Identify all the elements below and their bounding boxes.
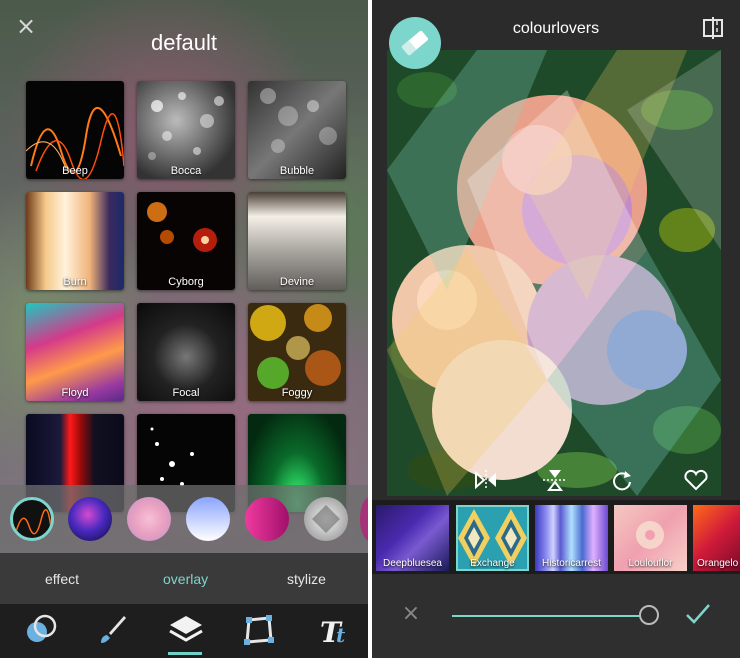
overlay-editor-panel: colourlovers Deepbluesea Exchange Histor… <box>372 0 740 658</box>
circles-icon[interactable] <box>20 608 64 652</box>
blend-slider-handle[interactable] <box>639 605 659 625</box>
blend-slider-track[interactable] <box>452 615 650 617</box>
swatch-magenta[interactable] <box>245 497 289 541</box>
svg-text:t: t <box>336 623 346 647</box>
filter-label: Historicarrest <box>542 558 601 569</box>
filter-label: Orangelo <box>697 558 739 569</box>
swatch-grey-diamond[interactable] <box>304 497 348 541</box>
effects-panel: × default Beep Bocca Bubble Burn Cyborg … <box>0 0 368 658</box>
flip-horizontal-icon[interactable] <box>472 468 500 492</box>
filter-label: Deepbluesea <box>383 558 442 569</box>
effect-label: Bubble <box>279 165 315 177</box>
cancel-icon[interactable]: × <box>400 603 422 625</box>
effect-tile-bubble[interactable]: Bubble <box>248 81 346 179</box>
filter-orangelo[interactable]: Orangelo <box>693 505 740 571</box>
effect-tile-cyborg[interactable]: Cyborg <box>137 192 235 290</box>
swatch-blue-gradient[interactable] <box>186 497 230 541</box>
filter-label: Exchange <box>470 558 515 569</box>
swatch-beep-selected[interactable] <box>10 497 54 541</box>
active-tool-indicator <box>168 652 202 655</box>
effect-tile-focal[interactable]: Focal <box>137 303 235 401</box>
flip-vertical-icon[interactable] <box>541 468 569 492</box>
filter-loulouflor[interactable]: Loulouflor <box>614 505 687 571</box>
swatch-galaxy[interactable] <box>68 497 112 541</box>
tab-stylize[interactable]: stylize <box>287 571 326 587</box>
tab-effect[interactable]: effect <box>45 571 79 587</box>
effect-tile-bocca[interactable]: Bocca <box>137 81 235 179</box>
effect-label: Foggy <box>281 387 313 399</box>
compare-split-icon[interactable] <box>702 17 724 39</box>
effect-label: Bocca <box>170 165 202 177</box>
edited-photo[interactable] <box>387 50 721 496</box>
effect-label: Devine <box>279 276 315 288</box>
crop-shape-icon[interactable] <box>237 608 281 652</box>
effect-tile-devine[interactable]: Devine <box>248 192 346 290</box>
effect-tile-floyd[interactable]: Floyd <box>26 303 124 401</box>
swatch-pink-bokeh[interactable] <box>127 497 171 541</box>
effect-label: Floyd <box>61 387 89 399</box>
layers-icon[interactable] <box>164 608 208 652</box>
effect-label: Burn <box>63 276 87 288</box>
text-icon[interactable]: Tt <box>310 608 354 652</box>
effect-tile-burn[interactable]: Burn <box>26 192 124 290</box>
heart-icon[interactable] <box>682 468 710 492</box>
effect-tile-foggy[interactable]: Foggy <box>248 303 346 401</box>
filter-historicarrest[interactable]: Historicarrest <box>535 505 608 571</box>
effect-label: Cyborg <box>168 276 204 288</box>
effect-tile-beep[interactable]: Beep <box>26 81 124 179</box>
effect-label: Focal <box>172 387 200 399</box>
effect-label: Beep <box>62 165 88 177</box>
rotate-icon[interactable] <box>608 468 636 492</box>
apply-checkmark-icon[interactable] <box>684 601 712 627</box>
eraser-button[interactable] <box>389 17 441 69</box>
filter-label: Loulouflor <box>628 558 673 569</box>
filter-deepbluesea[interactable]: Deepbluesea <box>376 505 449 571</box>
filter-exchange-selected[interactable]: Exchange <box>456 505 529 571</box>
brush-icon[interactable] <box>91 608 135 652</box>
page-title: default <box>150 30 218 55</box>
tab-overlay-active[interactable]: overlay <box>163 571 208 587</box>
